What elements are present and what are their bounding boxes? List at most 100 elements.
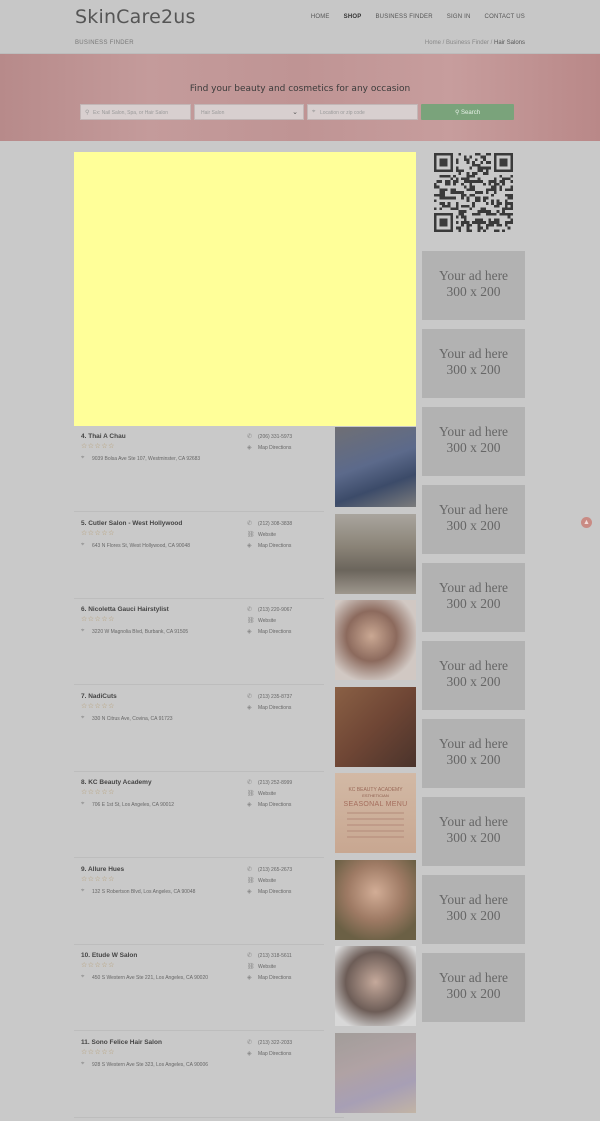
ad-placeholder[interactable]: Your ad here 300 x 200 <box>422 485 525 554</box>
listing-address: ⌖ 9039 Bolsa Ave Ste 107, Westminster, CA… <box>81 455 201 462</box>
location-pin-icon: ⌖ <box>81 1061 85 1067</box>
listing-address: ⌖ 928 S Western Ave Ste 323, Los Angeles,… <box>81 1061 209 1068</box>
listing-photo[interactable] <box>335 687 416 767</box>
listing-phone[interactable]: ✆ (213) 220-9067 <box>247 607 292 618</box>
listing-meta: ✆ (213) 318-5611 ⛓ Website ◈ Map Directions <box>247 953 292 986</box>
search-button-label: Search <box>461 110 481 116</box>
website-link[interactable]: ⛓ Website <box>247 964 292 975</box>
listing-name[interactable]: 11. Sono Felice Hair Salon <box>81 1039 162 1046</box>
search-icon: ⚲ <box>85 110 90 116</box>
keyword-input[interactable]: ⚲ Ex: Nail Salon, Spa, or Hair Salon <box>80 104 191 120</box>
listing-meta: ✆ (212) 308-3838 ⛓ Website ◈ Map Directions <box>247 521 292 554</box>
ad-placeholder[interactable]: Your ad here 300 x 200 <box>422 797 525 866</box>
search-button[interactable]: ⚲ Search <box>421 104 514 120</box>
listing-name[interactable]: 9. Allure Hues <box>81 866 124 873</box>
breadcrumb-business-finder[interactable]: Business Finder <box>446 40 489 46</box>
location-pin-icon: ⌖ <box>81 715 85 721</box>
link-icon: ⛓ <box>247 878 255 884</box>
listing-name[interactable]: 10. Etude W Salon <box>81 952 137 959</box>
listing-photo[interactable] <box>335 600 416 680</box>
site-logo[interactable]: SkinCare2us <box>75 6 196 28</box>
directions-icon: ◈ <box>247 629 252 635</box>
listing-meta: ✆ (213) 252-8999 ⛓ Website ◈ Map Directions <box>247 780 292 813</box>
listing-phone[interactable]: ✆ (213) 322-2033 <box>247 1040 292 1051</box>
nav-home[interactable]: HOME <box>311 14 330 20</box>
ad-placeholder[interactable]: Your ad here 300 x 200 <box>422 251 525 320</box>
chevron-down-icon: ⌄ <box>292 109 298 116</box>
ad-placeholder[interactable]: Your ad here 300 x 200 <box>422 953 525 1022</box>
rating-stars-icon: ☆☆☆☆☆ <box>81 616 115 623</box>
listing-phone[interactable]: ✆ (206) 331-5973 <box>247 434 292 445</box>
rating-stars-icon: ☆☆☆☆☆ <box>81 530 115 537</box>
website-link[interactable]: ⛓ Website <box>247 618 292 629</box>
divider <box>74 511 324 512</box>
breadcrumb-separator: / <box>442 40 445 46</box>
location-input[interactable]: ⌖ Location or zip code <box>307 104 418 120</box>
ad-placeholder[interactable]: Your ad here 300 x 200 <box>422 407 525 476</box>
listing-name[interactable]: 8. KC Beauty Academy <box>81 779 152 786</box>
breadcrumb-home[interactable]: Home <box>425 40 441 46</box>
map-directions-link[interactable]: ◈ Map Directions <box>247 975 292 986</box>
ad-placeholder[interactable]: Your ad here 300 x 200 <box>422 719 525 788</box>
arrow-up-icon: ▲ <box>583 519 590 526</box>
map-directions-link[interactable]: ◈ Map Directions <box>247 629 292 640</box>
ad-placeholder[interactable]: Your ad here 300 x 200 <box>422 875 525 944</box>
listing-phone[interactable]: ✆ (212) 308-3838 <box>247 521 292 532</box>
website-link[interactable]: ⛓ Website <box>247 532 292 543</box>
listing-phone[interactable]: ✆ (213) 235-8737 <box>247 694 292 705</box>
listing-name[interactable]: 5. Cutler Salon - West Hollywood <box>81 520 182 527</box>
map-directions-link[interactable]: ◈ Map Directions <box>247 1051 292 1062</box>
listing-address: ⌖ 643 N Flores St, West Hollywood, CA 900… <box>81 542 191 549</box>
search-form: ⚲ Ex: Nail Salon, Spa, or Hair Salon Hai… <box>80 104 514 121</box>
listing-phone[interactable]: ✆ (213) 265-2673 <box>247 867 292 878</box>
listing-item: 11. Sono Felice Hair Salon ☆☆☆☆☆ ⌖ 928 S … <box>74 1032 416 1118</box>
listing-item: 9. Allure Hues ☆☆☆☆☆ ⌖ 132 S Robertson Bl… <box>74 859 416 945</box>
phone-icon: ✆ <box>247 867 253 873</box>
hero-title: Find your beauty and cosmetics for any o… <box>189 84 411 94</box>
listing-photo[interactable] <box>335 1033 416 1113</box>
phone-icon: ✆ <box>247 434 253 440</box>
listing-name[interactable]: 6. Nicoletta Gauci Hairstylist <box>81 606 169 613</box>
menu-line <box>347 824 404 826</box>
listing-photo[interactable] <box>335 514 416 594</box>
location-pin-icon: ⌖ <box>81 542 85 548</box>
nav-sign-in[interactable]: SIGN IN <box>447 14 471 20</box>
ad-placeholder[interactable]: Your ad here 300 x 200 <box>422 329 525 398</box>
map-directions-link[interactable]: ◈ Map Directions <box>247 445 292 456</box>
location-pin-icon: ⌖ <box>81 974 85 980</box>
directions-icon: ◈ <box>247 1051 252 1057</box>
menu-line <box>347 836 404 838</box>
listing-photo[interactable] <box>335 860 416 940</box>
menu-card-mid: ESTHETICIAN <box>362 793 389 798</box>
listing-photo[interactable] <box>335 946 416 1026</box>
divider <box>74 857 324 858</box>
phone-icon: ✆ <box>247 780 253 786</box>
listing-phone[interactable]: ✆ (213) 318-5611 <box>247 953 292 964</box>
listing-photo[interactable]: KC BEAUTY ACADEMY ESTHETICIAN SEASONAL M… <box>335 773 416 853</box>
ad-placeholder[interactable]: Your ad here 300 x 200 <box>422 563 525 632</box>
listing-name[interactable]: 7. NadiCuts <box>81 693 117 700</box>
map-directions-link[interactable]: ◈ Map Directions <box>247 543 292 554</box>
phone-icon: ✆ <box>247 694 253 700</box>
menu-card-title: SEASONAL MENU <box>343 801 408 808</box>
category-select[interactable]: Hair Salon ⌄ <box>194 104 304 120</box>
link-icon: ⛓ <box>247 532 255 538</box>
nav-shop[interactable]: SHOP <box>344 14 362 20</box>
category-value: Hair Salon <box>201 110 225 116</box>
website-link[interactable]: ⛓ Website <box>247 791 292 802</box>
ad-placeholder[interactable]: Your ad here 300 x 200 <box>422 641 525 710</box>
rating-stars-icon: ☆☆☆☆☆ <box>81 876 115 883</box>
nav-business-finder[interactable]: BUSINESS FINDER <box>375 14 432 20</box>
listing-name[interactable]: 4. Thai A Chau <box>81 433 126 440</box>
nav-contact-us[interactable]: CONTACT US <box>485 14 525 20</box>
map-directions-link[interactable]: ◈ Map Directions <box>247 889 292 900</box>
listing-phone[interactable]: ✆ (213) 252-8999 <box>247 780 292 791</box>
map-directions-link[interactable]: ◈ Map Directions <box>247 705 292 716</box>
directions-icon: ◈ <box>247 975 252 981</box>
map-directions-link[interactable]: ◈ Map Directions <box>247 802 292 813</box>
menu-line <box>347 830 404 832</box>
website-link[interactable]: ⛓ Website <box>247 878 292 889</box>
location-pin-icon: ⌖ <box>81 801 85 807</box>
listing-photo[interactable] <box>335 427 416 507</box>
scroll-to-top-button[interactable]: ▲ <box>581 517 592 528</box>
